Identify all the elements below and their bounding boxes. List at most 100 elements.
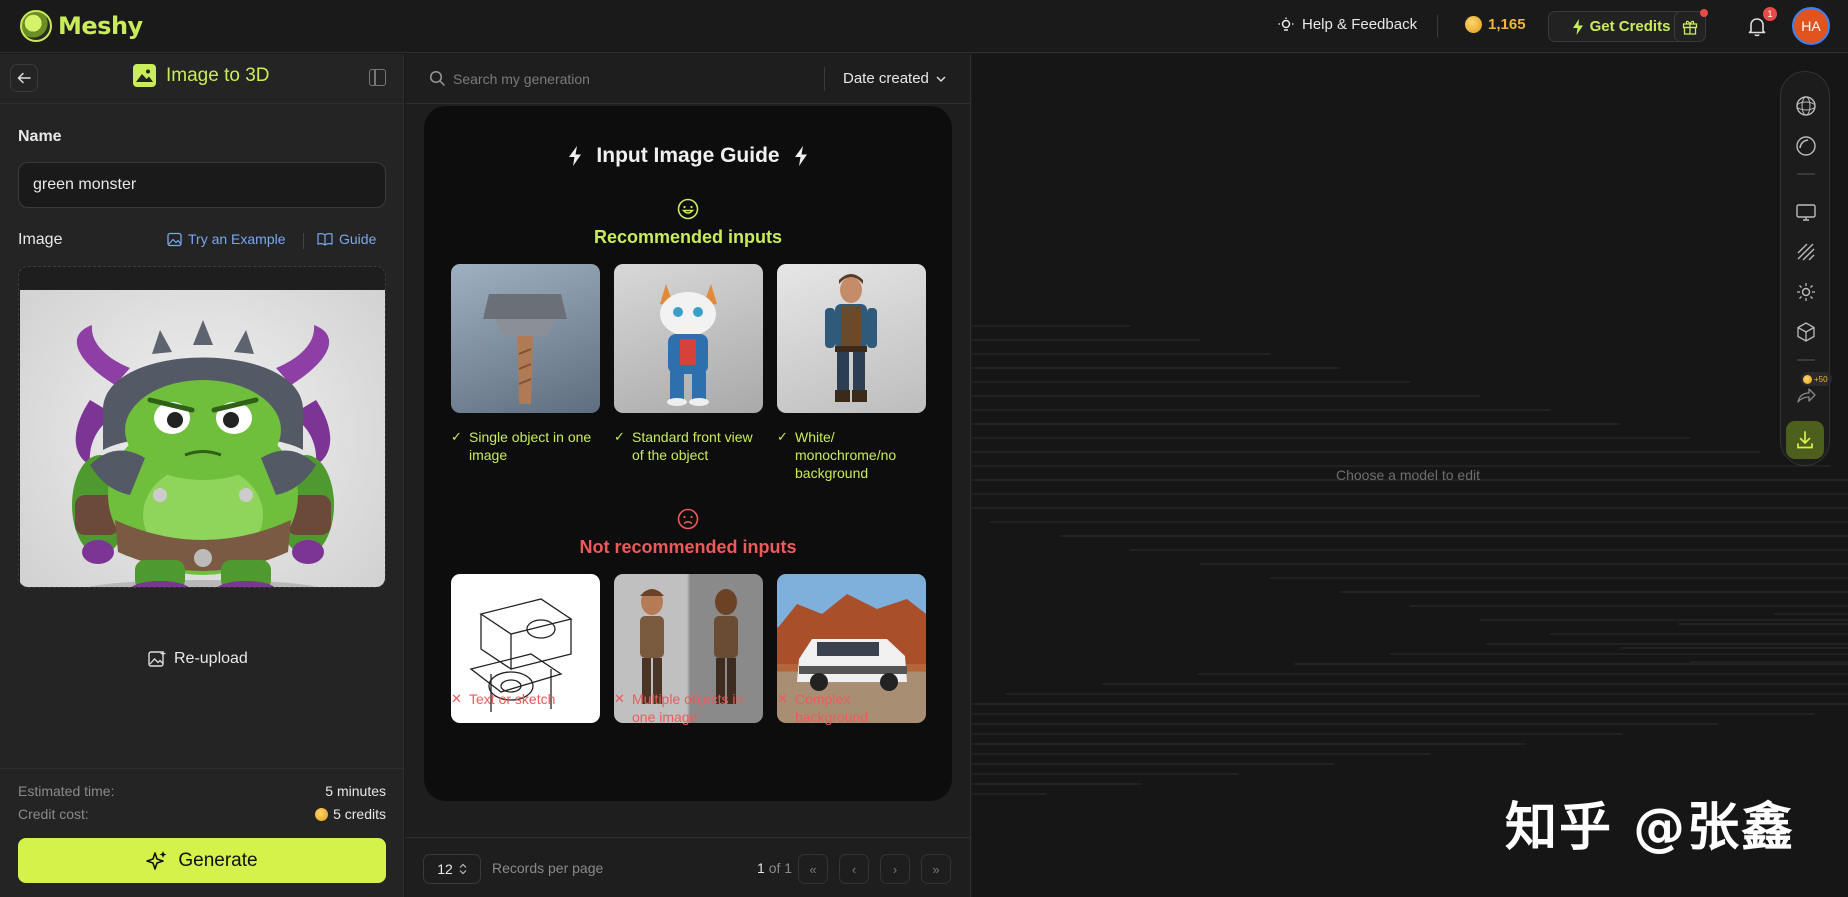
estimated-time-label: Estimated time: bbox=[18, 783, 115, 799]
lighting-button[interactable] bbox=[1794, 280, 1818, 304]
check-icon: ✓ bbox=[451, 429, 462, 444]
sort-label: Date created bbox=[843, 70, 929, 87]
back-button[interactable] bbox=[10, 64, 38, 92]
chevrons-left-icon: « bbox=[809, 861, 817, 877]
caption-text: Multiple objects in one image bbox=[632, 691, 744, 725]
share-arrow-icon bbox=[1797, 388, 1816, 403]
close-icon: ✕ bbox=[614, 691, 625, 706]
wireframe-button[interactable] bbox=[1794, 240, 1818, 264]
caption-text: White/ monochrome/no background bbox=[795, 429, 897, 481]
chevron-right-icon: › bbox=[892, 861, 898, 877]
not-recommended-caption-1: ✕ Text or sketch bbox=[451, 690, 601, 708]
book-icon bbox=[317, 233, 333, 246]
last-page-button[interactable]: » bbox=[921, 854, 951, 884]
caption-text: Complex background bbox=[795, 691, 869, 725]
guide-title-text: Input Image Guide bbox=[596, 144, 780, 167]
try-example-label: Try an Example bbox=[188, 231, 286, 247]
lightning-icon bbox=[1572, 18, 1583, 35]
chevron-down-icon bbox=[936, 75, 946, 82]
model-viewport[interactable]: Choose a model to edit +50 bbox=[972, 54, 1848, 897]
page-total: of 1 bbox=[768, 860, 793, 876]
stripes-icon bbox=[1797, 243, 1815, 261]
close-icon: ✕ bbox=[777, 691, 788, 706]
panel-header: Image to 3D bbox=[0, 54, 404, 104]
download-button[interactable] bbox=[1786, 421, 1824, 459]
image-label: Image bbox=[18, 231, 63, 248]
first-page-button[interactable]: « bbox=[798, 854, 828, 884]
image-icon bbox=[167, 232, 182, 246]
name-label: Name bbox=[18, 128, 62, 145]
divider bbox=[824, 67, 825, 91]
frown-icon bbox=[677, 508, 699, 530]
search-icon bbox=[429, 70, 445, 86]
not-recommended-caption-2: ✕ Multiple objects in one image bbox=[614, 690, 764, 726]
recommended-caption-1: ✓ Single object in one image bbox=[451, 428, 601, 464]
clay-view-button[interactable] bbox=[1794, 134, 1818, 158]
divider bbox=[303, 233, 304, 249]
texture-view-button[interactable] bbox=[1794, 94, 1818, 118]
generate-label: Generate bbox=[178, 849, 258, 871]
caption-text: Text or sketch bbox=[469, 691, 556, 707]
credit-cost-label: Credit cost: bbox=[18, 806, 89, 822]
smile-icon bbox=[677, 198, 699, 220]
not-recommended-title: Not recommended inputs bbox=[579, 537, 797, 557]
share-button[interactable] bbox=[1794, 383, 1818, 407]
pagination: 12 Records per page 1 of 1 « ‹ › » bbox=[405, 837, 971, 897]
display-button[interactable] bbox=[1794, 200, 1818, 224]
lightbulb-icon bbox=[1278, 17, 1294, 31]
caption-text: Single object in one image bbox=[469, 429, 592, 463]
credit-cost-value: 5 credits bbox=[315, 806, 386, 822]
hammer-thumbnail bbox=[451, 264, 600, 413]
download-icon bbox=[1797, 431, 1813, 449]
image-upload-icon bbox=[148, 651, 166, 667]
avatar[interactable]: HA bbox=[1792, 7, 1830, 45]
gift-button[interactable] bbox=[1674, 9, 1708, 42]
page-title: Image to 3D bbox=[133, 64, 270, 87]
mesh-button[interactable] bbox=[1794, 320, 1818, 344]
divider bbox=[1797, 173, 1815, 175]
credit-balance-value: 1,165 bbox=[1488, 16, 1526, 33]
image-icon bbox=[133, 64, 156, 87]
logo[interactable]: Meshy bbox=[20, 10, 143, 42]
gift-notification-dot bbox=[1700, 9, 1708, 17]
watermark: 知乎 @张鑫 bbox=[1505, 798, 1796, 858]
sphere-wireframe-icon bbox=[1796, 96, 1816, 116]
current-page: 1 bbox=[757, 860, 765, 876]
reupload-button[interactable]: Re-upload bbox=[148, 650, 248, 668]
prev-page-button[interactable]: ‹ bbox=[839, 854, 869, 884]
search-input[interactable] bbox=[453, 66, 793, 92]
next-page-button[interactable]: › bbox=[880, 854, 910, 884]
recommended-caption-2: ✓ Standard front view of the object bbox=[614, 428, 764, 464]
logo-icon bbox=[20, 10, 52, 42]
try-example-link[interactable]: Try an Example bbox=[167, 231, 286, 247]
check-icon: ✓ bbox=[777, 429, 788, 444]
chevron-updown-icon bbox=[459, 863, 467, 875]
generate-button[interactable]: Generate bbox=[18, 838, 386, 883]
viewport-toolbar: +50 bbox=[1780, 71, 1832, 466]
page-title-label: Image to 3D bbox=[166, 64, 270, 86]
records-per-page-select[interactable]: 12 bbox=[423, 854, 481, 884]
monitor-icon bbox=[1796, 204, 1816, 221]
sort-dropdown[interactable]: Date created bbox=[843, 70, 947, 87]
sparkles-icon bbox=[146, 850, 167, 870]
sphere-shaded-icon bbox=[1796, 136, 1816, 156]
lightning-icon bbox=[569, 146, 582, 166]
coin-icon bbox=[1465, 16, 1482, 33]
image-upload-area[interactable] bbox=[18, 266, 386, 588]
guide-label: Guide bbox=[339, 231, 377, 247]
guide-link[interactable]: Guide bbox=[317, 231, 376, 247]
chevrons-right-icon: » bbox=[932, 861, 940, 877]
divider bbox=[1797, 359, 1815, 361]
get-credits-label: Get Credits bbox=[1589, 18, 1671, 35]
check-icon: ✓ bbox=[614, 429, 625, 444]
help-feedback-button[interactable]: Help & Feedback bbox=[1278, 16, 1417, 33]
collapse-panel-icon[interactable] bbox=[369, 69, 386, 86]
man-character-thumbnail bbox=[777, 264, 926, 413]
search-bar: Date created bbox=[405, 54, 971, 104]
viewport-hint: Choose a model to edit bbox=[1336, 467, 1480, 483]
uploaded-image bbox=[20, 290, 385, 587]
get-credits-button[interactable]: Get Credits bbox=[1548, 11, 1694, 42]
lightning-icon bbox=[794, 146, 807, 166]
gift-icon bbox=[1682, 20, 1698, 35]
name-field[interactable] bbox=[18, 162, 386, 208]
